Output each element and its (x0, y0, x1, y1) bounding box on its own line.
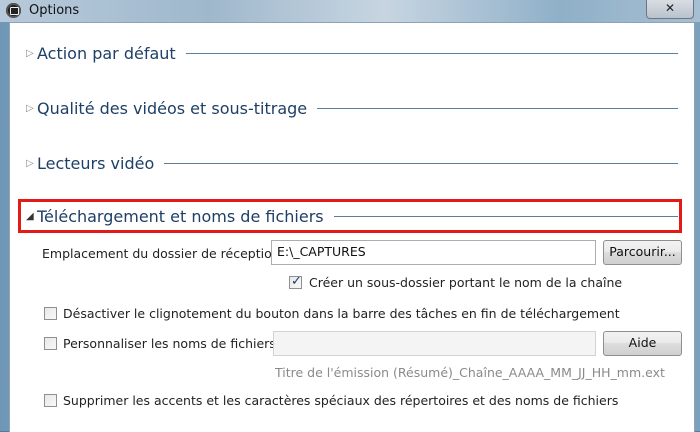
options-panel: ▷ Action par défaut ▷ Qualité des vidéos… (9, 22, 695, 432)
custom-names-label: Personnaliser les noms de fichiers : (63, 336, 284, 351)
section-divider (164, 162, 678, 164)
section-video-players[interactable]: ▷ Lecteurs vidéo (26, 151, 684, 175)
folder-label: Emplacement du dossier de réception : (42, 246, 288, 261)
close-button[interactable]: ✕ (646, 0, 694, 19)
section-title: Action par défaut (37, 43, 176, 63)
section-downloads[interactable]: ◢ Téléchargement et noms de fichiers (26, 204, 684, 228)
section-video-quality[interactable]: ▷ Qualité des vidéos et sous-titrage (26, 96, 684, 120)
section-title: Lecteurs vidéo (37, 153, 155, 173)
subfolder-checkbox[interactable] (289, 274, 302, 289)
custom-names-input[interactable] (273, 331, 596, 356)
section-title: Qualité des vidéos et sous-titrage (37, 98, 308, 118)
section-divider (333, 215, 678, 217)
disable-blink-label: Désactiver le clignotement du bouton dan… (63, 306, 620, 321)
collapsed-arrow-icon: ▷ (26, 157, 34, 169)
remove-accents-label: Supprimer les accents et les caractères … (63, 393, 619, 408)
app-icon (6, 3, 21, 18)
custom-names-checkbox[interactable] (44, 337, 57, 350)
subfolder-label: Créer un sous-dossier portant le nom de … (309, 275, 623, 290)
section-divider (185, 52, 678, 54)
help-button[interactable]: Aide (603, 331, 682, 356)
section-title: Téléchargement et noms de fichiers (37, 206, 324, 226)
folder-input[interactable]: E:\_CAPTURES (271, 240, 596, 265)
browse-button[interactable]: Parcourir... (603, 240, 682, 265)
section-divider (317, 107, 678, 109)
title-bar: Options ✕ (0, 0, 700, 22)
expanded-arrow-icon: ◢ (26, 210, 34, 222)
section-default-action[interactable]: ▷ Action par défaut (26, 41, 684, 65)
options-window: Options ✕ ▷ Action par défaut ▷ Qualité … (0, 0, 700, 432)
window-title: Options (29, 3, 80, 18)
filename-pattern-hint: Titre de l'émission (Résumé)_Chaîne_AAAA… (275, 365, 665, 380)
collapsed-arrow-icon: ▷ (26, 102, 34, 114)
remove-accents-checkbox[interactable] (44, 394, 57, 407)
disable-blink-checkbox[interactable] (44, 307, 57, 320)
collapsed-arrow-icon: ▷ (26, 47, 34, 59)
